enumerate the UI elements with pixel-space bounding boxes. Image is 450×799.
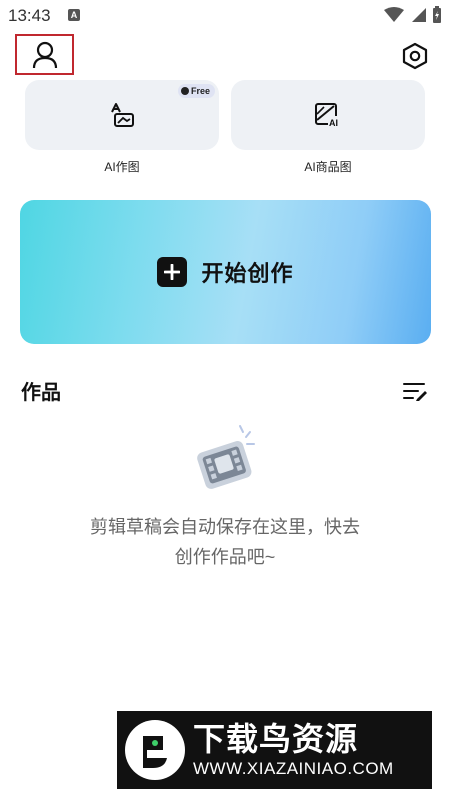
empty-state-line-2: 创作作品吧~ [174, 547, 276, 567]
ai-draw-icon [111, 103, 134, 127]
ai-product-card[interactable]: AI [231, 80, 425, 150]
ai-product-label: AI商品图 [304, 160, 352, 174]
free-badge-label: Free [190, 86, 210, 96]
profile-button[interactable] [15, 34, 74, 75]
watermark-title: 下载鸟资源 [193, 721, 359, 757]
settings-button[interactable] [398, 39, 432, 73]
free-badge: Free [177, 84, 215, 98]
watermark-banner: 下载鸟资源 WWW.XIAZAINIAO.COM [117, 711, 432, 789]
ai-product-image-icon: AI [315, 103, 341, 128]
battery-icon [433, 6, 441, 23]
signal-icon [412, 8, 426, 22]
status-bar: 13:43 A [0, 0, 450, 30]
watermark-text: 下载鸟资源 WWW.XIAZAINIAO.COM [193, 720, 394, 780]
empty-state-line-1: 剪辑草稿会自动保存在这里，快去 [90, 517, 360, 537]
svg-text:AI: AI [329, 118, 338, 128]
watermark-url: WWW.XIAZAINIAO.COM [193, 759, 394, 778]
ai-draw-card[interactable]: Free [25, 80, 219, 150]
badge-dot-icon [180, 87, 189, 95]
user-icon [32, 41, 57, 68]
start-creating-label: 开始创作 [201, 261, 294, 286]
bird-logo-icon [125, 720, 185, 780]
film-clip-icon [197, 425, 255, 489]
edit-list-icon[interactable] [402, 380, 428, 402]
status-icons [384, 6, 442, 24]
ai-draw-label: AI作图 [104, 160, 140, 174]
notification-icon: A [68, 9, 80, 21]
works-title: 作品 [21, 382, 61, 404]
wifi-icon [384, 7, 404, 22]
status-time: 13:43 [8, 6, 51, 25]
empty-state-message: 剪辑草稿会自动保存在这里，快去 创作作品吧~ [40, 512, 410, 572]
start-creating-button[interactable]: 开始创作 [20, 200, 431, 344]
settings-icon [402, 42, 428, 70]
plus-icon [157, 257, 188, 287]
